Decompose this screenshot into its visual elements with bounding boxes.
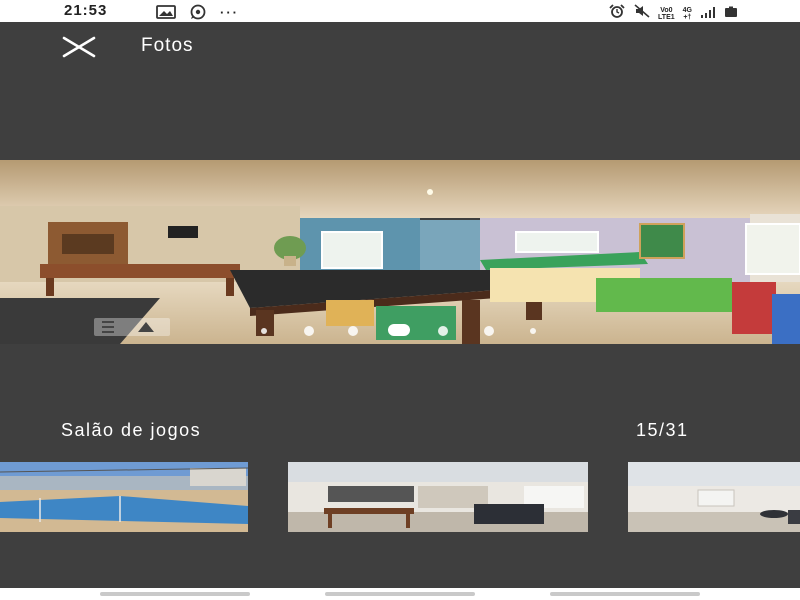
signal-icon xyxy=(700,5,716,23)
page-title: Fotos xyxy=(141,35,194,56)
close-button[interactable] xyxy=(60,36,100,58)
pager-dot[interactable] xyxy=(484,326,494,336)
status-right-icons: Vo0 LTE1 4G +† xyxy=(608,4,738,23)
photo-caption: Salão de jogos xyxy=(61,420,202,440)
overflow-dots: ··· xyxy=(220,5,239,20)
status-time: 21:53 xyxy=(64,2,108,19)
nav-back-handle[interactable] xyxy=(100,592,250,596)
pager-indicator xyxy=(0,323,800,337)
network-label: Vo0 LTE1 xyxy=(658,6,675,21)
photo-counter: 15/31 xyxy=(636,420,689,440)
battery-icon xyxy=(724,5,738,23)
pager-dot[interactable] xyxy=(348,326,358,336)
thumbnail-lounge[interactable] xyxy=(628,462,800,532)
nav-home-handle[interactable] xyxy=(325,592,475,596)
pager-dot-active[interactable] xyxy=(388,324,410,336)
thumbnail-party-hall[interactable] xyxy=(288,462,588,532)
pager-dot[interactable] xyxy=(530,328,536,334)
photo-viewer: Fotos Salão de jogos 15/31 xyxy=(0,22,800,588)
nav-recents-handle[interactable] xyxy=(550,592,700,596)
pager-dot[interactable] xyxy=(304,326,314,336)
status-bar: 21:53 ··· Vo0 LTE1 4G +† xyxy=(0,0,800,22)
top-bar: Fotos xyxy=(0,22,800,68)
pager-dot[interactable] xyxy=(438,326,448,336)
mute-icon xyxy=(634,4,650,23)
game-room-photo xyxy=(0,160,800,344)
system-nav-bar xyxy=(0,588,800,600)
pager-dot[interactable] xyxy=(261,328,267,334)
thumbnail-sports-court[interactable] xyxy=(0,462,248,532)
close-icon xyxy=(62,36,96,58)
network-type: 4G +† xyxy=(682,6,692,21)
main-photo[interactable] xyxy=(0,160,800,344)
alarm-icon xyxy=(608,4,626,23)
caption-row: Salão de jogos 15/31 xyxy=(0,420,800,446)
